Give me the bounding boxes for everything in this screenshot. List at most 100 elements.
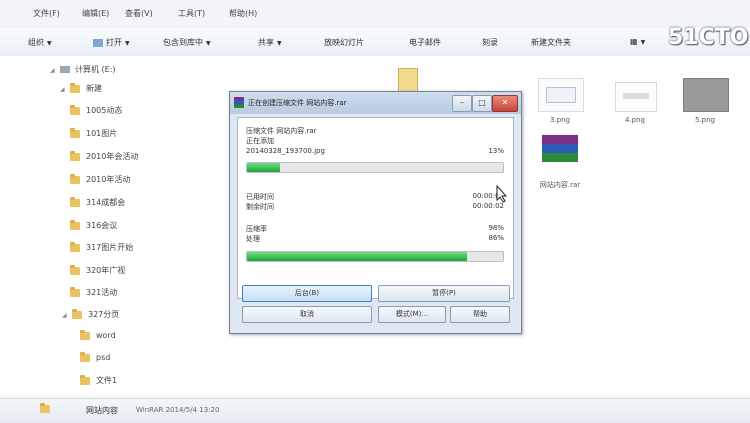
menu-help[interactable]: 帮助(H) (229, 8, 257, 19)
folder-icon (40, 403, 50, 413)
compression-ratio-label: 压缩率 (246, 225, 267, 233)
folder-icon (70, 173, 80, 184)
menu-tools[interactable]: 工具(T) (178, 8, 205, 19)
tree-item-folder[interactable]: 321活动 (70, 286, 118, 301)
folder-icon (70, 150, 80, 161)
dialog-body: 压缩文件 网站内容.rar 正在添加 20140328_193700.jpg 1… (237, 117, 514, 299)
pause-button[interactable]: 暂停(P) (378, 285, 510, 302)
folder-icon (70, 264, 80, 275)
dialog-title: 正在创建压缩文件 网站内容.rar (248, 99, 347, 107)
current-file: 20140328_193700.jpg (246, 147, 325, 155)
menu-file[interactable]: 文件(F) (33, 8, 60, 19)
file-label: 4.png (624, 116, 645, 124)
elapsed-time-label: 已用时间 (246, 193, 274, 201)
tree-item-folder[interactable]: 316会议 (70, 219, 118, 234)
rar-archive-icon[interactable] (540, 135, 580, 167)
tree-item-folder[interactable]: 314成都会 (70, 196, 126, 211)
tree-item-label: 101图片 (86, 129, 118, 138)
email-button[interactable]: 电子邮件 (409, 37, 441, 48)
tree-item-label: 316会议 (86, 221, 118, 230)
folder-icon (80, 351, 90, 362)
tree-item-folder[interactable]: 1005动态 (70, 104, 123, 119)
maximize-button[interactable]: □ (472, 95, 492, 112)
new-folder-button[interactable]: 新建文件夹 (531, 37, 571, 48)
archive-name: 压缩文件 网站内容.rar (246, 127, 317, 135)
menu-bar: 文件(F) 编辑(E) 查看(V) 工具(T) 帮助(H) (0, 0, 750, 29)
total-progress-bar (246, 251, 504, 262)
organize-label: 组织 (28, 38, 44, 47)
tree-item-label: 1005动态 (86, 106, 123, 115)
folder-icon (70, 127, 80, 138)
expand-arrow-icon: ◢ (50, 67, 55, 74)
folder-icon (70, 219, 80, 230)
selected-item-name: 网站内容 (86, 406, 118, 415)
adding-label: 正在添加 (246, 137, 274, 145)
share-label: 共享 (258, 38, 274, 47)
open-icon (93, 38, 103, 47)
help-button[interactable]: 帮助 (450, 306, 510, 323)
folder-icon (70, 104, 80, 115)
tree-item-label: word (96, 331, 116, 340)
image-icon[interactable] (538, 78, 584, 112)
current-percent: 13% (488, 147, 504, 155)
folder-icon (70, 286, 80, 297)
tree-item-folder[interactable]: 320年广视 (70, 264, 125, 279)
current-progress-fill (247, 163, 281, 172)
winrar-progress-dialog: 正在创建压缩文件 网站内容.rar – □ ✕ 压缩文件 网站内容.rar 正在… (229, 91, 522, 334)
tree-item-label: 327分页 (88, 310, 120, 319)
burn-button[interactable]: 刻录 (482, 37, 498, 48)
tree-item-label: 2010年活动 (86, 175, 131, 184)
cancel-button[interactable]: 取消 (242, 306, 372, 323)
file-label: 网站内容.rar (539, 181, 581, 189)
mode-button[interactable]: 模式(M)... (378, 306, 446, 323)
compression-ratio-value: 98% (488, 224, 504, 232)
total-progress-fill (247, 252, 468, 261)
open-label: 打开 (106, 38, 122, 47)
tree-item-folder[interactable]: 101图片 (70, 127, 118, 142)
background-button[interactable]: 后台(B) (242, 285, 372, 302)
slideshow-button[interactable]: 放映幻灯片 (324, 37, 364, 48)
chevron-down-icon: ▼ (206, 40, 211, 47)
tree-item-subfolder[interactable]: psd (80, 351, 111, 367)
image-icon[interactable] (615, 82, 657, 112)
tree-item-label: 计算机 (E:) (75, 65, 116, 74)
image-icon[interactable] (683, 78, 729, 112)
chevron-down-icon: ▼ (47, 40, 52, 47)
minimize-button[interactable]: – (452, 95, 472, 112)
tree-item-subfolder[interactable]: word (80, 329, 116, 345)
tree-item-folder[interactable]: 317图片开始 (70, 241, 133, 256)
tree-item-folder[interactable]: 2010年活动 (70, 173, 131, 188)
close-button[interactable]: ✕ (492, 95, 518, 112)
drive-icon (60, 66, 70, 73)
folder-icon (70, 196, 80, 207)
menu-edit[interactable]: 编辑(E) (82, 8, 109, 19)
tree-item-label: psd (96, 353, 111, 362)
organize-button[interactable]: 组织 ▼ (28, 37, 52, 48)
tree-item-folder[interactable]: 2010年会活动 (70, 150, 138, 165)
processed-label: 处理 (246, 235, 260, 243)
winrar-app-icon (234, 97, 244, 108)
tree-item-folder[interactable]: ◢ 327分页 (62, 308, 120, 323)
share-button[interactable]: 共享 ▼ (258, 37, 282, 48)
include-library-button[interactable]: 包含到库中 ▼ (163, 37, 211, 48)
tree-item-root-folder[interactable]: ◢ 新建 (60, 82, 102, 97)
remaining-time-value: 00:00:02 (472, 202, 504, 210)
tree-item-subfolder[interactable]: 文件1 (80, 374, 117, 389)
processed-value: 86% (488, 234, 504, 242)
remaining-time-label: 剩余时间 (246, 203, 274, 211)
tree-item-label: 新建 (86, 84, 102, 93)
tree-item-computer[interactable]: ◢ 计算机 (E:) (50, 64, 116, 78)
tree-item-label: 314成都会 (86, 198, 126, 207)
file-label: 3.png (549, 116, 570, 124)
tree-item-label: 321活动 (86, 288, 118, 297)
view-options-icon[interactable]: ▦ ▼ (630, 37, 645, 46)
chevron-down-icon: ▼ (125, 40, 130, 47)
folder-icon (72, 308, 82, 319)
expand-arrow-icon: ◢ (62, 312, 67, 319)
mouse-pointer-icon (496, 185, 508, 203)
open-button[interactable]: 打开 ▼ (93, 37, 130, 48)
folder-icon (70, 241, 80, 252)
menu-view[interactable]: 查看(V) (125, 8, 153, 19)
dialog-title-bar[interactable]: 正在创建压缩文件 网站内容.rar – □ ✕ (230, 92, 521, 114)
folder-icon (70, 82, 80, 93)
